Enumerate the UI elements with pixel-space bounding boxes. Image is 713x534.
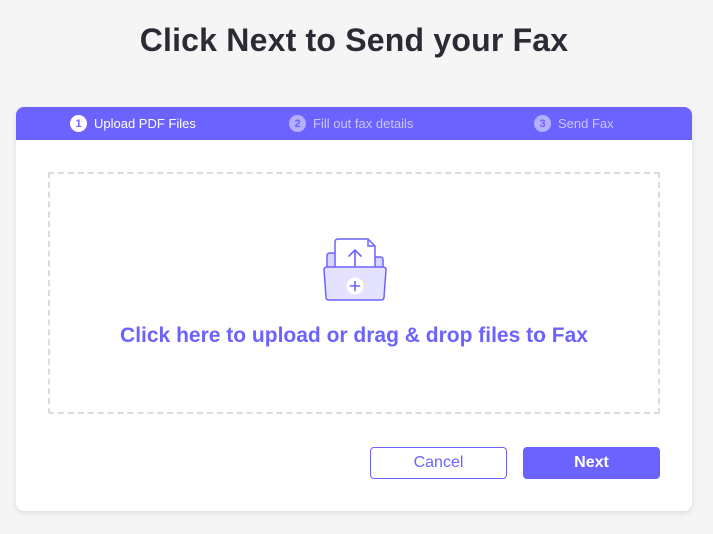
upload-card: 1 Upload PDF Files 2 Fill out fax detail… (16, 107, 692, 511)
file-dropzone[interactable]: Click here to upload or drag & drop file… (48, 172, 660, 414)
step-label: Fill out fax details (313, 116, 414, 131)
step-label: Send Fax (558, 116, 614, 131)
next-button[interactable]: Next (523, 447, 660, 479)
upload-instruction-text: Click here to upload or drag & drop file… (120, 324, 588, 347)
cancel-button[interactable]: Cancel (370, 447, 507, 479)
step-number-badge: 2 (289, 115, 306, 132)
folder-upload-icon (323, 238, 387, 301)
step-label: Upload PDF Files (94, 116, 196, 131)
step-send-fax: 3 Send Fax (534, 107, 614, 140)
page-title: Click Next to Send your Fax (139, 22, 569, 58)
step-number-badge: 1 (70, 115, 87, 132)
step-upload-pdf-files: 1 Upload PDF Files (70, 107, 196, 140)
step-number-badge: 3 (534, 115, 551, 132)
step-progress-bar: 1 Upload PDF Files 2 Fill out fax detail… (16, 107, 692, 140)
step-fill-out-fax-details: 2 Fill out fax details (289, 107, 413, 140)
